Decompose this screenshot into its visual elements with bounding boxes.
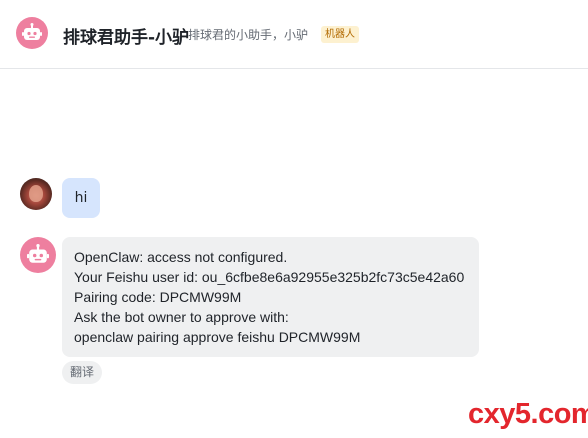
bot-badge: 机器人 — [321, 26, 359, 43]
robot-icon — [27, 244, 49, 263]
user-photo — [29, 185, 43, 202]
message-line: Ask the bot owner to approve with: — [74, 309, 289, 325]
translate-button[interactable]: 翻译 — [62, 361, 103, 384]
message-line: OpenClaw: access not configured. — [74, 249, 288, 265]
message-line: openclaw pairing approve feishu DPCMW99M — [74, 329, 361, 345]
bot-avatar[interactable] — [16, 17, 48, 49]
chat-window: 排球君助手-小驴 排球君的小助手，小驴 机器人 hi OpenClaw: acc… — [0, 0, 588, 438]
user-avatar[interactable] — [20, 178, 52, 210]
bot-message-bubble[interactable]: OpenClaw: access not configured. Your Fe… — [62, 237, 479, 357]
watermark: cxy5.com — [468, 398, 588, 430]
message-line: Pairing code: DPCMW99M — [74, 289, 242, 305]
chat-header: 排球君助手-小驴 排球君的小助手，小驴 机器人 — [0, 0, 588, 69]
message-line: Your Feishu user id: ou_6cfbe8e6a92955e3… — [74, 269, 465, 285]
chat-title[interactable]: 排球君助手-小驴 — [63, 23, 189, 48]
robot-icon — [22, 23, 42, 40]
user-message-bubble[interactable]: hi — [62, 178, 100, 218]
chat-subtitle: 排球君的小助手，小驴 — [188, 28, 309, 42]
bot-message-avatar[interactable] — [20, 237, 56, 273]
